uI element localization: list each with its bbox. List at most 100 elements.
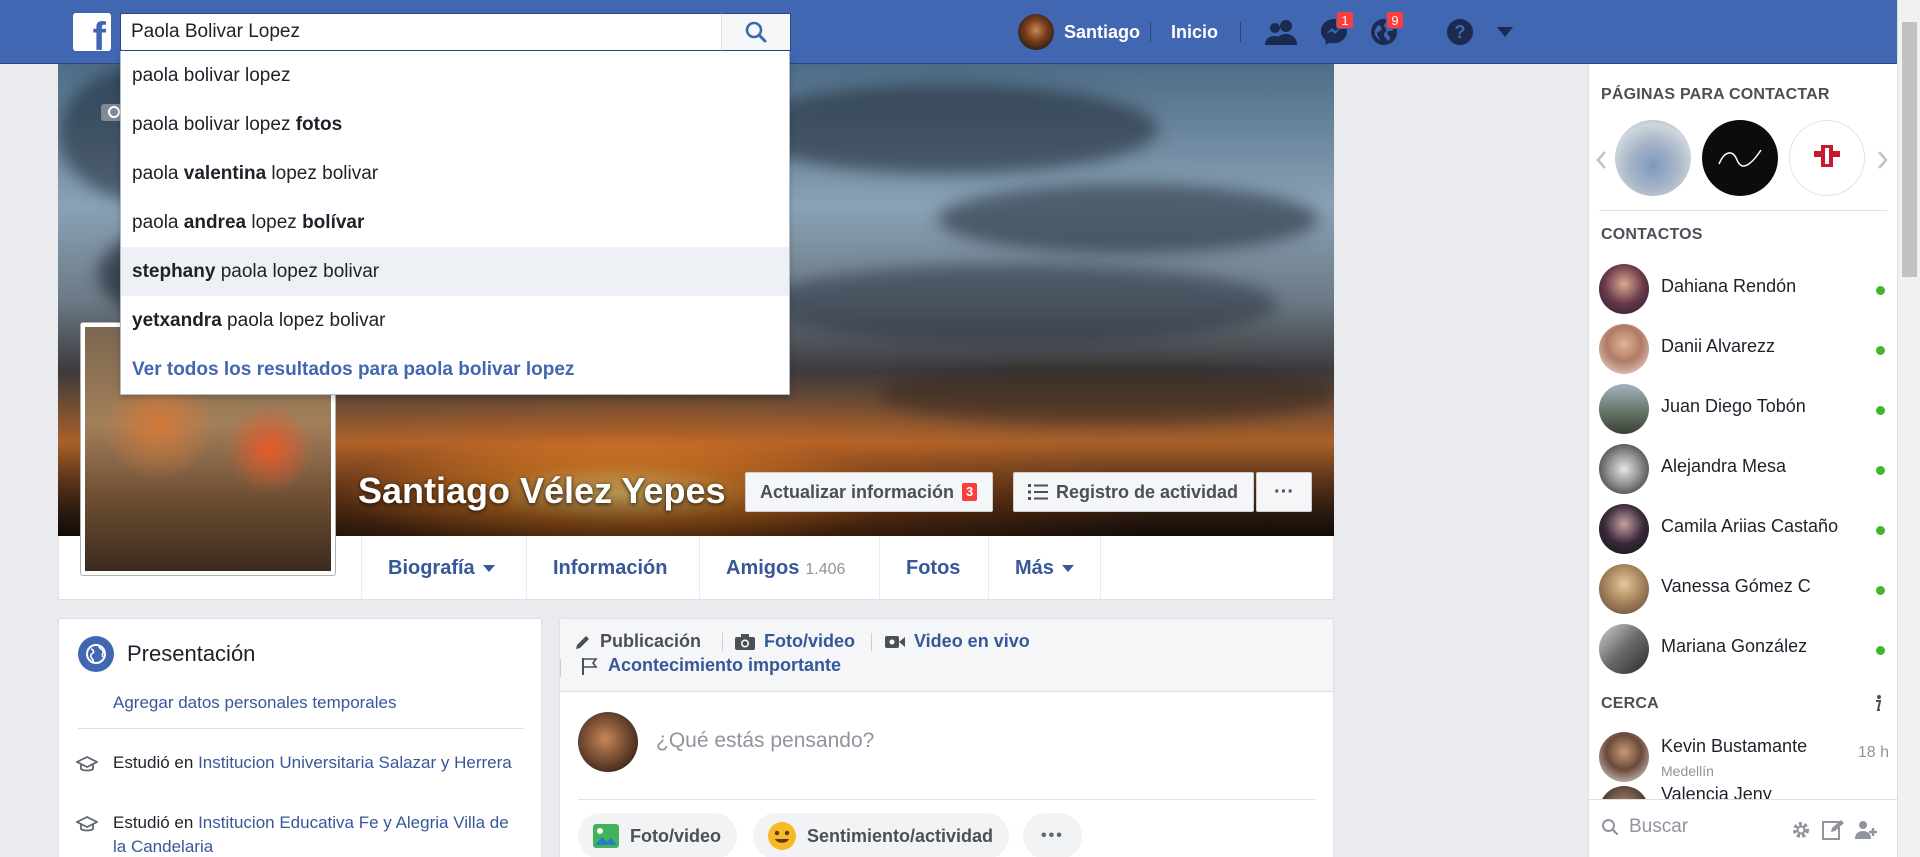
suggestion-item[interactable]: yetxandra paola lopez bolivar bbox=[121, 296, 789, 345]
feeling-activity-label: Sentimiento/actividad bbox=[807, 825, 994, 846]
online-indicator bbox=[1876, 346, 1885, 355]
help-icon: ? bbox=[1447, 19, 1473, 45]
info-icon[interactable] bbox=[1871, 694, 1885, 712]
avatar bbox=[1599, 444, 1649, 494]
see-all-results-link[interactable]: Ver todos los resultados para paola boli… bbox=[121, 345, 789, 394]
scrollbar[interactable] bbox=[1897, 0, 1920, 857]
update-info-button[interactable]: Actualizar información 3 bbox=[745, 472, 993, 512]
more-composer-options-button[interactable]: ••• bbox=[1023, 813, 1082, 857]
online-indicator bbox=[1876, 526, 1885, 535]
profile-name[interactable]: Santiago Vélez Yepes bbox=[358, 470, 726, 512]
divider bbox=[871, 633, 872, 651]
page-thumbnail[interactable] bbox=[1615, 120, 1691, 196]
notifications-button[interactable]: 9 bbox=[1364, 11, 1404, 51]
search-icon bbox=[1602, 819, 1619, 836]
tab-information[interactable]: Información bbox=[526, 536, 693, 600]
divider bbox=[722, 633, 723, 651]
contact-item[interactable]: Dahiana Rendón bbox=[1599, 260, 1889, 316]
divider bbox=[1240, 22, 1241, 42]
tab-life-event-label: Acontecimiento importante bbox=[608, 655, 842, 675]
page-thumbnail[interactable] bbox=[1789, 120, 1865, 196]
page-logo-icon bbox=[1718, 149, 1762, 167]
contact-item[interactable]: Juan Diego Tobón bbox=[1599, 380, 1889, 436]
contact-item[interactable]: Alejandra Mesa bbox=[1599, 440, 1889, 496]
avatar bbox=[1599, 384, 1649, 434]
contact-item[interactable]: Mariana González bbox=[1599, 620, 1889, 676]
tab-friends[interactable]: Amigos 1.406 bbox=[699, 536, 871, 600]
suggestion-bold-text: valentina bbox=[183, 163, 267, 184]
chevron-right-icon[interactable] bbox=[1877, 150, 1889, 170]
tab-life-event[interactable]: Acontecimiento importante bbox=[580, 655, 841, 676]
pages-to-contact-title: PÁGINAS PARA CONTACTAR bbox=[1601, 86, 1830, 103]
composer-input[interactable]: ¿Qué estás pensando? bbox=[656, 729, 874, 753]
list-icon bbox=[1028, 484, 1048, 500]
chat-search-placeholder: Buscar bbox=[1629, 816, 1689, 837]
suggestion-item[interactable]: paola bolivar lopez bbox=[121, 51, 789, 100]
education-item: Estudió en Institucion Universitaria Sal… bbox=[113, 751, 513, 775]
post-composer: Publicación Foto/video Video en vivo Aco… bbox=[559, 618, 1334, 857]
avatar bbox=[1599, 564, 1649, 614]
suggestion-item[interactable]: paola andrea lopez bolívar bbox=[121, 198, 789, 247]
contact-name: Dahiana Rendón bbox=[1661, 276, 1797, 296]
contact-name: Kevin Bustamante bbox=[1661, 736, 1808, 756]
composer-tabs: Publicación Foto/video Video en vivo Aco… bbox=[560, 619, 1333, 692]
intro-title: Presentación bbox=[127, 641, 256, 666]
chevron-left-icon[interactable] bbox=[1595, 150, 1607, 170]
search-button[interactable] bbox=[721, 13, 791, 51]
activity-log-button[interactable]: Registro de actividad bbox=[1013, 472, 1254, 512]
gear-icon[interactable] bbox=[1789, 818, 1813, 842]
contact-item[interactable]: Vanessa Gómez C bbox=[1599, 560, 1889, 616]
tab-photo-video[interactable]: Foto/video bbox=[734, 631, 855, 652]
tab-live-video[interactable]: Video en vivo bbox=[884, 631, 1030, 652]
group-icon[interactable] bbox=[1853, 818, 1881, 842]
suggestion-bold-text: fotos bbox=[295, 114, 343, 135]
tab-photos[interactable]: Fotos bbox=[879, 536, 986, 600]
feeling-activity-button[interactable]: Sentimiento/actividad bbox=[753, 813, 1010, 857]
contact-item[interactable]: Camila Ariias Castaño bbox=[1599, 500, 1889, 556]
suggestion-item[interactable]: paola valentina lopez bolivar bbox=[121, 149, 789, 198]
home-link[interactable]: Inicio bbox=[1171, 13, 1218, 51]
contact-item[interactable]: Danii Alvarezz bbox=[1599, 320, 1889, 376]
chat-search-bar: Buscar bbox=[1589, 799, 1898, 857]
tab-publication-label: Publicación bbox=[600, 631, 702, 651]
scrollbar-thumb[interactable] bbox=[1902, 22, 1917, 277]
help-button[interactable]: ? bbox=[1440, 13, 1480, 51]
nearby-contact-item[interactable]: Valencia Jeny bbox=[1599, 786, 1889, 800]
friend-requests-button[interactable] bbox=[1262, 13, 1302, 51]
tab-photos-label: Fotos bbox=[906, 557, 961, 579]
education-prefix: Estudió en bbox=[113, 813, 194, 832]
tab-more[interactable]: Más bbox=[988, 536, 1101, 600]
friends-count: 1.406 bbox=[805, 561, 846, 578]
more-options-button[interactable]: ··· bbox=[1256, 472, 1312, 512]
school-link[interactable]: Institucion Universitaria Salazar y Herr… bbox=[198, 753, 512, 772]
nearby-contact-item[interactable]: Kevin Bustamante Medellín 18 h bbox=[1599, 728, 1889, 784]
avatar bbox=[1599, 624, 1649, 674]
profile-link[interactable]: Santiago bbox=[1018, 13, 1140, 51]
tab-live-video-label: Video en vivo bbox=[914, 631, 1030, 651]
compose-icon[interactable] bbox=[1821, 818, 1845, 842]
facebook-logo[interactable]: f bbox=[73, 13, 111, 51]
avatar bbox=[1599, 732, 1649, 782]
chat-search-input[interactable]: Buscar bbox=[1601, 816, 1688, 838]
friend-requests-icon bbox=[1265, 20, 1297, 45]
search-suggestions: paola bolivar lopez paola bolivar lopez … bbox=[120, 51, 790, 395]
add-temp-info-link[interactable]: Agregar datos personales temporales bbox=[113, 693, 397, 713]
search-input[interactable] bbox=[121, 14, 721, 50]
tab-biography[interactable]: Biografía bbox=[361, 536, 521, 600]
messages-button[interactable]: 1 bbox=[1314, 11, 1354, 51]
suggestion-bold-text: andrea bbox=[183, 212, 247, 233]
photo-video-button[interactable]: Foto/video bbox=[578, 813, 737, 857]
search-icon bbox=[745, 21, 767, 43]
caret-down-icon bbox=[482, 565, 495, 573]
tab-publication[interactable]: Publicación bbox=[574, 631, 701, 652]
contact-name: Alejandra Mesa bbox=[1661, 456, 1787, 476]
suggestion-item[interactable]: paola bolivar lopez fotos bbox=[121, 100, 789, 149]
tab-more-label: Más bbox=[1015, 557, 1054, 579]
suggestion-item-highlighted[interactable]: stephany paola lopez bolivar bbox=[121, 247, 789, 296]
divider bbox=[1150, 22, 1151, 42]
avatar bbox=[1599, 786, 1649, 800]
page-thumbnail[interactable] bbox=[1702, 120, 1778, 196]
tab-biography-label: Biografía bbox=[388, 557, 475, 579]
video-icon bbox=[885, 635, 905, 648]
account-menu-button[interactable] bbox=[1486, 13, 1524, 51]
